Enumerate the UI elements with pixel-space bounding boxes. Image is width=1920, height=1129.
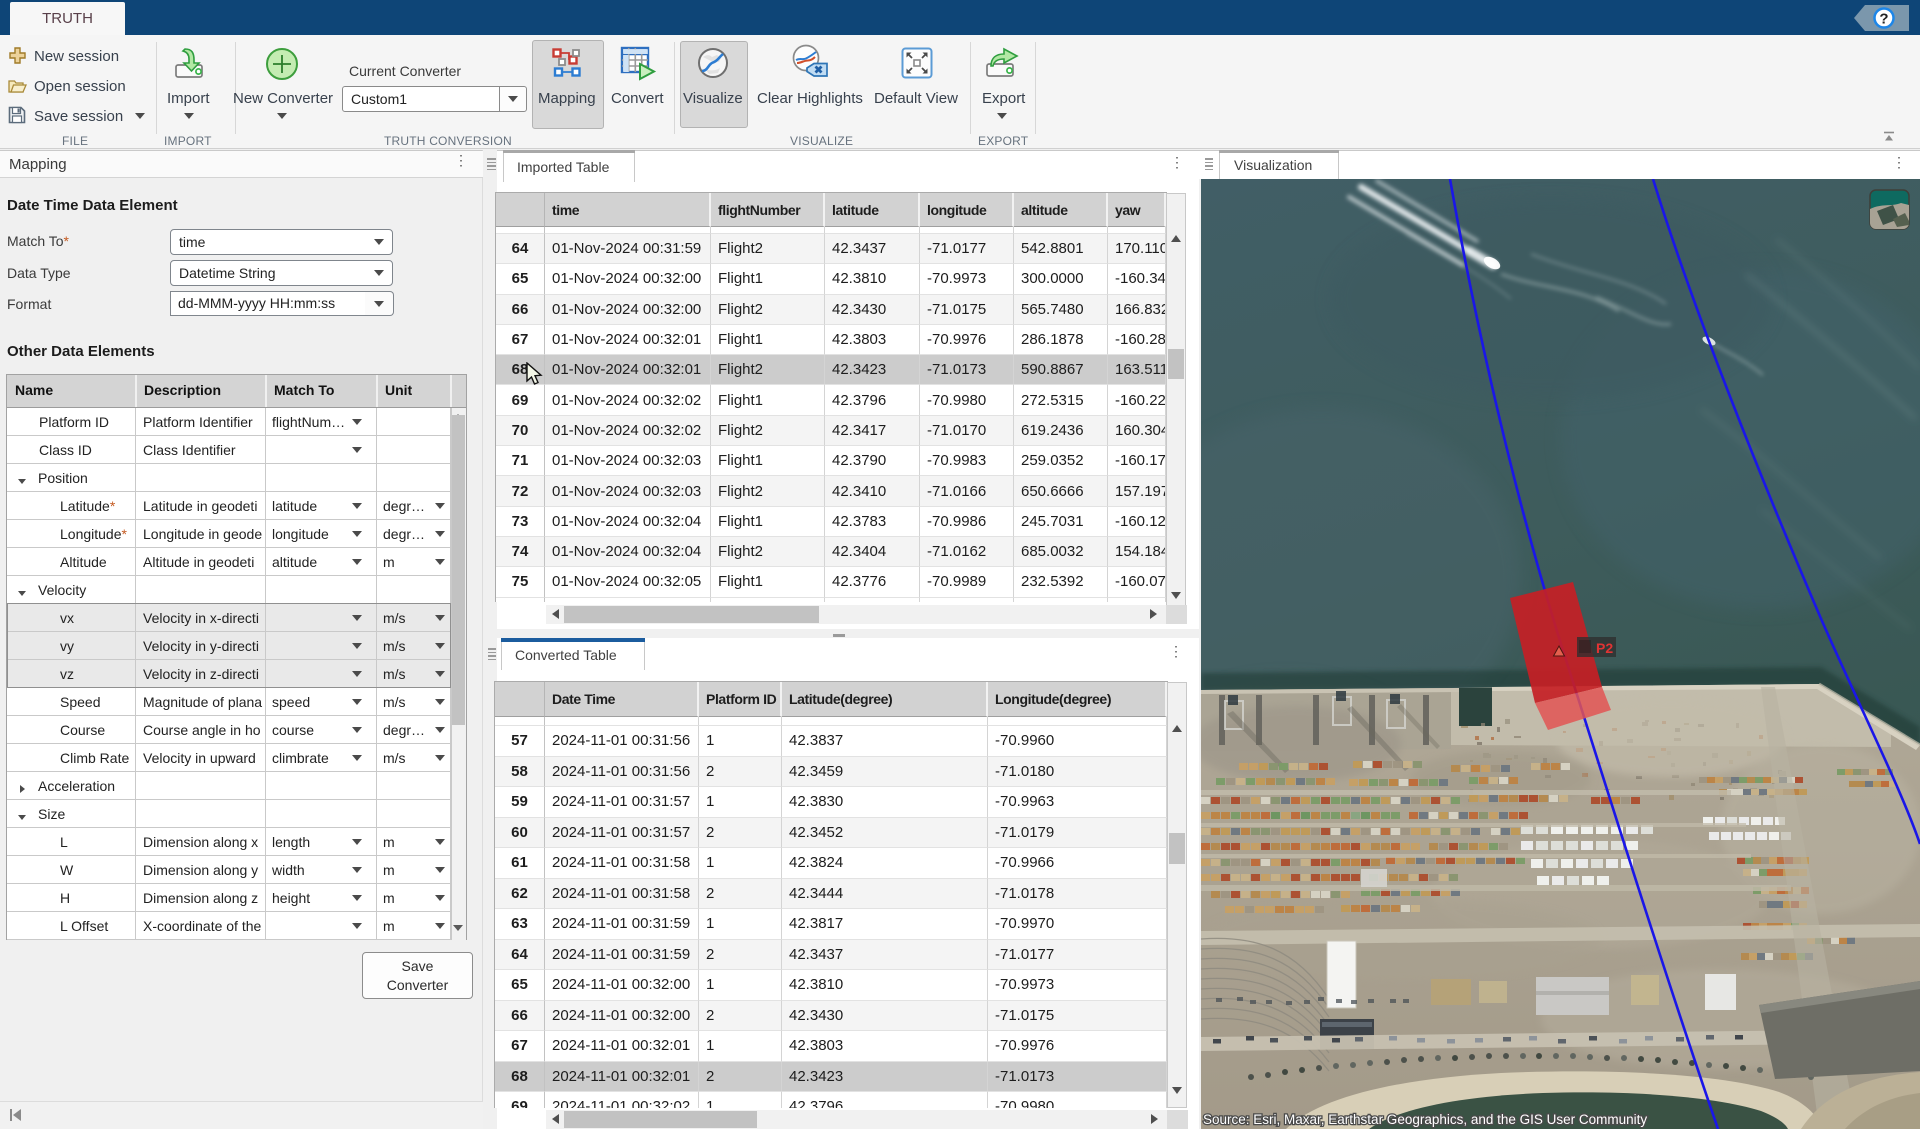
svg-text:Source: Esri, Maxar, Earthstar: Source: Esri, Maxar, Earthstar Geographi… xyxy=(1203,1112,1647,1127)
svg-text:P2: P2 xyxy=(1596,640,1613,656)
svg-text:?: ? xyxy=(1879,11,1888,28)
